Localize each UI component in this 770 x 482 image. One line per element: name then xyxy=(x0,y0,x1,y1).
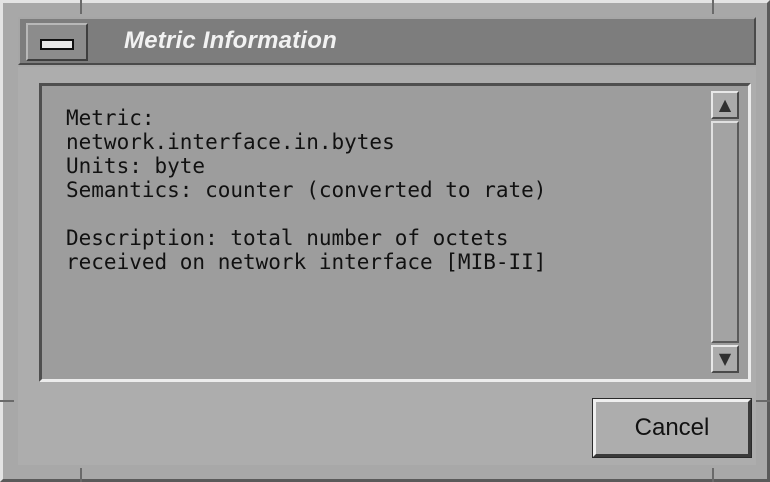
info-line: Units: byte xyxy=(66,154,206,178)
info-line: Metric: xyxy=(66,106,155,130)
scroll-down-button[interactable]: ▼ xyxy=(711,345,739,373)
resize-handle-top-right[interactable] xyxy=(712,0,714,14)
resize-handle-bottom-right[interactable] xyxy=(712,468,714,482)
window-menu-button[interactable] xyxy=(26,23,88,61)
scroll-up-button[interactable]: ▲ xyxy=(711,91,739,119)
info-line: network.interface.in.bytes xyxy=(66,130,395,154)
title-bar[interactable]: Metric Information xyxy=(18,17,756,65)
resize-handle-top-left[interactable] xyxy=(80,0,82,14)
info-line: Description: total number of octets xyxy=(66,226,509,250)
resize-handle-right[interactable] xyxy=(756,400,770,402)
metric-info-text-panel[interactable]: Metric: network.interface.in.bytes Units… xyxy=(39,83,751,382)
vertical-scrollbar[interactable]: ▲ ▼ xyxy=(708,89,744,376)
info-line: Semantics: counter (converted to rate) xyxy=(66,178,547,202)
info-line: received on network interface [MIB-II] xyxy=(66,250,547,274)
resize-handle-left[interactable] xyxy=(0,400,14,402)
arrow-up-icon: ▲ xyxy=(718,95,732,114)
cancel-button[interactable]: Cancel xyxy=(592,398,752,458)
window-menu-icon xyxy=(40,39,74,50)
metric-info-text: Metric: network.interface.in.bytes Units… xyxy=(66,106,546,274)
arrow-down-icon: ▼ xyxy=(718,349,732,368)
resize-handle-bottom-left[interactable] xyxy=(80,468,82,482)
window-title: Metric Information xyxy=(124,27,337,54)
scrollbar-thumb[interactable] xyxy=(711,121,739,343)
